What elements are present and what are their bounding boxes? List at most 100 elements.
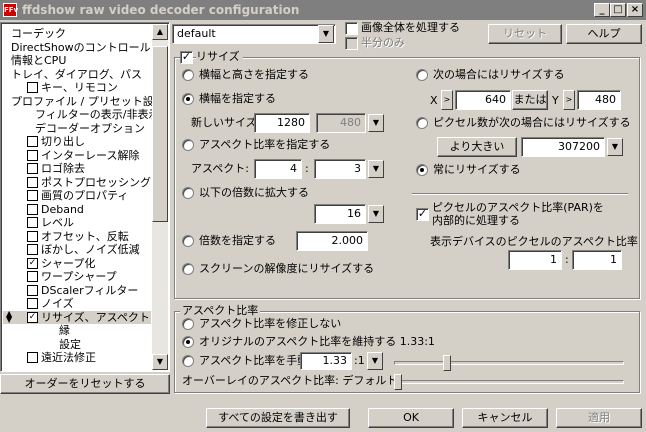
resize-enable-checkbox[interactable]: ✓ bbox=[180, 51, 193, 64]
help-button[interactable]: ヘルプ bbox=[566, 24, 642, 44]
tree-item-checkbox[interactable] bbox=[27, 352, 38, 363]
write-all-button[interactable]: すべての設定を書き出す bbox=[206, 408, 350, 428]
tree-item-checkbox[interactable] bbox=[27, 176, 38, 188]
pix-compare-button[interactable]: より大きい bbox=[437, 137, 517, 157]
aspect-a-input[interactable]: 4 bbox=[254, 159, 302, 179]
tree-item[interactable]: 情報とCPU bbox=[3, 54, 151, 67]
tree-item-checkbox[interactable]: ✓ bbox=[27, 311, 38, 323]
scale-value-input[interactable]: 16 bbox=[314, 204, 366, 224]
tree-item[interactable]: レベル bbox=[3, 216, 151, 229]
aspect-keep-radio[interactable] bbox=[182, 336, 194, 348]
tree-item[interactable]: コーデック bbox=[3, 27, 151, 40]
tree-item[interactable]: Deband bbox=[3, 203, 151, 216]
resize-scale-radio[interactable] bbox=[182, 187, 194, 199]
aspect-manual-input[interactable]: 1.33 bbox=[300, 352, 352, 370]
resize-screen-radio[interactable] bbox=[182, 263, 194, 275]
tree-item[interactable]: ワープシャープ bbox=[3, 270, 151, 283]
close-button[interactable]: × bbox=[627, 3, 643, 17]
tree-item[interactable]: キー、リモコン bbox=[3, 81, 151, 94]
maximize-button[interactable]: □ bbox=[610, 3, 626, 17]
tree-item[interactable]: 遠近法修正 bbox=[3, 351, 151, 364]
resize-mult-radio[interactable] bbox=[182, 235, 194, 247]
tree-item-checkbox[interactable] bbox=[27, 217, 38, 228]
y-value-input[interactable]: 480 bbox=[577, 90, 621, 110]
tree-item-label: ロゴ除去 bbox=[41, 162, 85, 175]
aspect-dropdown-icon[interactable]: ▼ bbox=[368, 160, 384, 178]
tree-item[interactable]: ポストプロセッシング bbox=[3, 176, 151, 189]
par-checkbox[interactable]: ✓ bbox=[416, 208, 429, 221]
tree-item-checkbox[interactable] bbox=[27, 284, 38, 296]
par-b-input[interactable]: 1 bbox=[572, 250, 622, 270]
process-whole-checkbox[interactable] bbox=[345, 22, 358, 35]
x-compare-button[interactable]: > bbox=[441, 90, 453, 110]
tree-item[interactable]: オフセット、反転 bbox=[3, 230, 151, 243]
scroll-up-icon[interactable]: ▲ bbox=[152, 24, 168, 40]
resize-width-radio[interactable] bbox=[182, 93, 194, 105]
par-a-input[interactable]: 1 bbox=[508, 250, 562, 270]
new-width-input[interactable]: 1280 bbox=[254, 113, 310, 133]
reset-button[interactable]: リセット bbox=[488, 24, 562, 44]
y-compare-button[interactable]: > bbox=[563, 90, 575, 110]
x-value-input[interactable]: 640 bbox=[455, 90, 511, 110]
tree-item[interactable]: ぼかし、ノイズ低減 bbox=[3, 243, 151, 256]
minimize-button[interactable]: _ bbox=[594, 3, 610, 17]
tree-item-checkbox[interactable] bbox=[27, 203, 38, 215]
tree-item-checkbox[interactable] bbox=[27, 163, 38, 174]
preset-dropdown-icon[interactable]: ▼ bbox=[318, 25, 334, 43]
new-height-input[interactable]: 480 bbox=[316, 113, 366, 133]
tree-item[interactable]: インターレース解除 bbox=[3, 149, 151, 162]
tree-item-checkbox[interactable] bbox=[27, 82, 38, 93]
tree-item-checkbox[interactable] bbox=[27, 298, 38, 309]
tree-item-label: ポストプロセッシング bbox=[41, 175, 151, 189]
new-size-dropdown-icon[interactable]: ▼ bbox=[368, 114, 384, 132]
tree-item[interactable]: ✓ シャープ化 bbox=[3, 257, 151, 270]
tree-scrollbar[interactable]: ▲ ▼ bbox=[152, 24, 168, 370]
always-resize-radio[interactable] bbox=[416, 164, 428, 176]
filter-tree[interactable]: コーデック DirectShowのコントロール 情報とCPU トレイ、ダイアログ、パス… bbox=[0, 22, 170, 372]
tree-item-checkbox[interactable] bbox=[27, 149, 38, 161]
aspect-manual-slider[interactable] bbox=[442, 355, 451, 371]
tree-item-checkbox[interactable] bbox=[27, 271, 38, 282]
ok-button[interactable]: OK bbox=[368, 408, 454, 428]
tree-item-checkbox[interactable] bbox=[27, 190, 38, 201]
tree-item[interactable]: プロファイル / プリセット設定 bbox=[3, 95, 165, 108]
cancel-button[interactable]: キャンセル bbox=[462, 408, 548, 428]
tree-item-checkbox[interactable]: ✓ bbox=[27, 257, 38, 269]
tree-item[interactable]: デコーダーオプション bbox=[3, 122, 151, 135]
tree-item-checkbox[interactable] bbox=[27, 136, 38, 147]
overlay-slider[interactable] bbox=[394, 374, 402, 390]
aspect-manual-radio[interactable] bbox=[182, 355, 194, 367]
tree-item[interactable]: トレイ、ダイアログ、パス bbox=[3, 68, 151, 81]
resize-wh-radio[interactable] bbox=[182, 69, 194, 81]
cond-resize-radio[interactable] bbox=[416, 69, 428, 81]
tree-item[interactable]: DirectShowのコントロール bbox=[3, 41, 151, 54]
reorder-arrows-icon[interactable]: ▲ ▼ bbox=[6, 309, 12, 323]
tree-item[interactable]: ロゴ除去 bbox=[3, 162, 151, 175]
reset-order-button[interactable]: オーダーをリセットする bbox=[0, 374, 170, 394]
pix-resize-radio[interactable] bbox=[416, 117, 428, 129]
aspect-b-input[interactable]: 3 bbox=[314, 159, 366, 179]
apply-button[interactable]: 適用 bbox=[556, 408, 642, 428]
half-only-checkbox[interactable] bbox=[345, 37, 358, 50]
tree-item[interactable]: フィルターの表示/非表示 bbox=[3, 108, 160, 121]
tree-item[interactable]: ノイズ bbox=[3, 297, 151, 310]
pix-value-input[interactable]: 307200 bbox=[521, 137, 605, 157]
tree-item-checkbox[interactable] bbox=[27, 244, 38, 255]
scroll-down-icon[interactable]: ▼ bbox=[152, 354, 168, 370]
pix-dropdown-icon[interactable]: ▼ bbox=[607, 138, 623, 156]
resize-aspect-radio[interactable] bbox=[182, 139, 194, 151]
tree-item[interactable]: 切り出し bbox=[3, 135, 151, 148]
scroll-thumb[interactable] bbox=[152, 46, 168, 222]
tree-item[interactable]: 設定 bbox=[3, 338, 151, 351]
x-or-y-button[interactable]: または bbox=[512, 90, 548, 110]
mult-value-input[interactable]: 2.000 bbox=[296, 231, 368, 251]
tree-item[interactable]: 画質のプロパティ bbox=[3, 189, 151, 202]
tree-item[interactable]: 縁 bbox=[3, 324, 151, 337]
aspect-manual-dropdown-icon[interactable]: ▼ bbox=[367, 352, 383, 370]
tree-item-checkbox[interactable] bbox=[27, 230, 38, 242]
aspect-nofix-radio[interactable] bbox=[182, 318, 194, 330]
preset-select[interactable]: default bbox=[172, 24, 336, 44]
tree-item[interactable]: DScalerフィルター bbox=[3, 284, 151, 297]
scale-dropdown-icon[interactable]: ▼ bbox=[368, 205, 384, 223]
tree-item[interactable]: ▲ ▼ ✓ リサイズ、アスペクト bbox=[3, 309, 151, 324]
